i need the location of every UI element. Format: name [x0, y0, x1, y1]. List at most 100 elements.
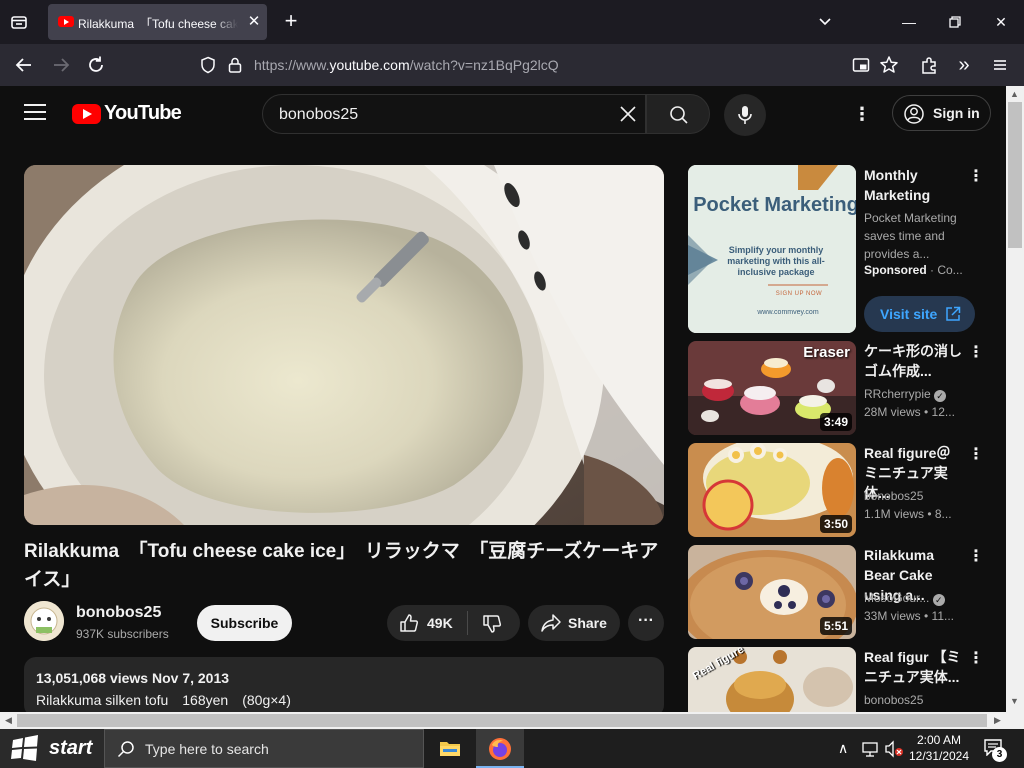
scroll-down-arrow-icon[interactable]: ▼ — [1006, 693, 1023, 710]
youtube-play-icon — [72, 104, 101, 124]
video-player[interactable] — [24, 165, 664, 525]
network-icon[interactable] — [861, 740, 879, 758]
lock-icon[interactable] — [227, 56, 243, 74]
taskbar-search-box[interactable]: Type here to search — [104, 729, 424, 768]
notification-center-button[interactable]: 3 — [983, 738, 1007, 762]
related-video-item[interactable]: 3:50 Real figure＠ミニチュア実体... bonobos25 1.… — [688, 443, 988, 539]
visit-site-button[interactable]: Visit site — [864, 296, 975, 332]
related-channel[interactable]: MosoGour... ✓ — [864, 591, 974, 606]
tab-close-icon[interactable]: ✕ — [244, 12, 264, 32]
share-button[interactable]: Share — [528, 605, 620, 641]
ad-url: www.commvey.com — [757, 309, 819, 316]
bookmark-star-icon[interactable] — [879, 55, 899, 75]
extensions-puzzle-icon[interactable] — [918, 54, 940, 76]
settings-kebab-icon[interactable]: ⋮ — [852, 104, 872, 124]
firefox-taskbar-button[interactable] — [476, 729, 524, 768]
related-channel[interactable]: RRcherrypie ✓ — [864, 387, 974, 402]
related-thumbnail[interactable]: Real figure — [688, 647, 856, 712]
related-thumbnail[interactable]: 5:51 — [688, 545, 856, 639]
windows-logo-icon — [11, 735, 38, 761]
video-duration: 5:51 — [819, 617, 852, 635]
picture-in-picture-icon[interactable] — [852, 56, 870, 74]
windows-taskbar: start Type here to search ∧ 2:00 AM 12/3… — [0, 729, 1024, 768]
description-box[interactable]: 13,051,068 views Nov 7, 2013 Rilakkuma s… — [24, 657, 664, 717]
related-title[interactable]: Real figur 【ミニチュア実体... — [864, 647, 964, 687]
ad-headline: Pocket Marketing — [693, 194, 856, 216]
scroll-left-arrow-icon[interactable]: ◀ — [0, 712, 17, 729]
forward-button[interactable] — [50, 54, 72, 76]
tab-overflow-chevron-icon[interactable] — [815, 12, 835, 32]
related-thumbnail[interactable]: 3:50 — [688, 443, 856, 537]
subscribe-button[interactable]: Subscribe — [197, 605, 292, 641]
clear-search-icon[interactable] — [617, 103, 639, 125]
related-meta: 33M views • 11... — [864, 609, 955, 623]
dislike-thumbs-down-icon[interactable] — [481, 613, 503, 635]
video-duration: 3:49 — [819, 413, 852, 431]
related-channel[interactable]: bonobos25 — [864, 693, 974, 707]
scroll-up-arrow-icon[interactable]: ▲ — [1006, 86, 1023, 103]
ad-subtext: Simplify your monthly marketing with thi… — [727, 245, 825, 277]
related-video-item[interactable]: Eraser 3:49 ケーキ形の消しゴム作成... RRcherrypie ✓… — [688, 341, 988, 437]
scroll-right-arrow-icon[interactable]: ▶ — [989, 712, 1006, 729]
vertical-scrollbar[interactable]: ▲ ▼ — [1006, 86, 1024, 712]
back-button[interactable] — [13, 54, 35, 76]
horizontal-scroll-thumb[interactable] — [17, 714, 987, 727]
app-menu-icon[interactable] — [989, 54, 1011, 76]
browser-tab-bar: Rilakkuma 「Tofu cheese cake ice」 ✕ + — ✕ — [0, 0, 1024, 44]
search-icon — [117, 741, 134, 758]
verified-check-icon: ✓ — [934, 390, 947, 402]
related-channel[interactable]: bonobos25 — [864, 489, 974, 503]
show-hidden-icons-chevron-icon[interactable]: ∧ — [838, 740, 854, 756]
browser-tab-active[interactable]: Rilakkuma 「Tofu cheese cake ice」 ✕ — [48, 4, 267, 40]
related-video-item[interactable]: 5:51 Rilakkuma Bear Cake using a... Moso… — [688, 545, 988, 641]
related-video-item[interactable]: Real figure Real figur 【ミニチュア実体... bonob… — [688, 647, 988, 712]
system-clock[interactable]: 2:00 AM 12/31/2024 — [904, 732, 974, 764]
minimize-window-button[interactable]: — — [899, 12, 919, 32]
view-count-and-date: 13,051,068 views Nov 7, 2013 — [36, 670, 230, 686]
reload-button[interactable] — [85, 54, 107, 76]
restore-window-button[interactable] — [945, 12, 965, 32]
sidebar-ad[interactable]: Pocket Marketing Simplify your monthly m… — [688, 165, 988, 335]
url-text[interactable]: https://www.youtube.com/watch?v=nz1BqPg2… — [254, 57, 559, 73]
ad-thumbnail[interactable]: Pocket Marketing Simplify your monthly m… — [688, 165, 856, 333]
notification-count-badge: 3 — [992, 747, 1007, 762]
file-explorer-taskbar-button[interactable] — [426, 729, 474, 768]
related-title[interactable]: ケーキ形の消しゴム作成... — [864, 341, 964, 381]
search-button[interactable] — [646, 94, 710, 134]
related-menu-kebab-icon[interactable]: ⋮ — [968, 445, 984, 465]
start-button[interactable]: start — [0, 729, 104, 768]
voice-search-button[interactable] — [724, 94, 766, 136]
more-actions-button[interactable]: ··· — [628, 605, 664, 641]
channel-name[interactable]: bonobos25 — [76, 604, 161, 622]
related-thumbnail[interactable]: Eraser 3:49 — [688, 341, 856, 435]
related-menu-kebab-icon[interactable]: ⋮ — [968, 343, 984, 363]
description-text: Rilakkuma silken tofu 168yen (80g×4) — [36, 692, 291, 708]
volume-muted-icon[interactable] — [884, 740, 904, 758]
ad-menu-kebab-icon[interactable]: ⋮ — [968, 167, 984, 187]
like-thumbs-up-icon[interactable] — [398, 612, 420, 634]
like-count[interactable]: 49K — [427, 615, 453, 631]
ad-cta: SIGN UP NOW — [775, 291, 823, 297]
url-bar[interactable]: https://www.youtube.com/watch?v=nz1BqPg2… — [192, 49, 1014, 81]
list-all-tabs-button[interactable] — [8, 11, 30, 33]
channel-avatar[interactable] — [24, 601, 64, 641]
related-menu-kebab-icon[interactable]: ⋮ — [968, 547, 984, 567]
new-tab-button[interactable]: + — [280, 10, 302, 32]
external-link-icon — [946, 306, 961, 321]
sign-in-button[interactable]: Sign in — [892, 95, 991, 131]
vertical-scroll-thumb[interactable] — [1008, 102, 1022, 248]
close-window-button[interactable]: ✕ — [991, 12, 1011, 32]
search-query-text[interactable]: bonobos25 — [279, 106, 358, 124]
guide-menu-icon[interactable] — [24, 104, 46, 122]
related-menu-kebab-icon[interactable]: ⋮ — [968, 649, 984, 669]
ad-title[interactable]: Monthly Marketing — [864, 165, 964, 205]
divider — [467, 611, 468, 635]
ad-description: Pocket Marketing saves time and provides… — [864, 211, 957, 261]
search-input[interactable]: bonobos25 — [262, 94, 646, 134]
verified-check-icon: ✓ — [932, 594, 945, 606]
more-tools-chevrons-icon[interactable]: » — [953, 54, 975, 76]
tracking-protection-shield-icon[interactable] — [199, 56, 217, 74]
share-arrow-icon — [541, 614, 561, 632]
related-meta: 1.1M views • 8... — [864, 507, 952, 521]
horizontal-scrollbar[interactable]: ◀ ▶ — [0, 712, 1006, 729]
